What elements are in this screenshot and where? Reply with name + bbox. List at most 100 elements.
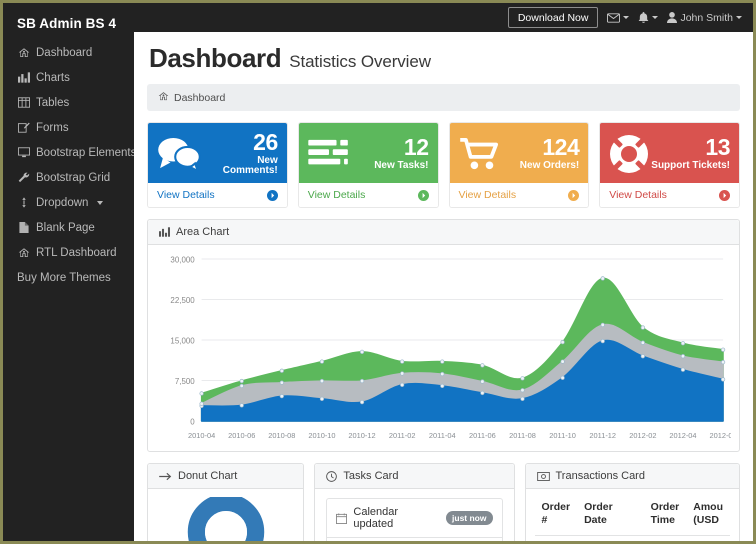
- comments-icon: [157, 137, 201, 171]
- stat-card-values: 26 New Comments!: [201, 130, 279, 176]
- chevron-down-icon: [652, 16, 659, 19]
- arrow-right-icon: [159, 472, 172, 481]
- table-icon: [17, 97, 30, 109]
- life-ring-icon: [609, 134, 649, 174]
- sidebar-item-label: Bootstrap Elements: [36, 146, 137, 159]
- sidebar-item-forms[interactable]: Forms: [3, 115, 134, 140]
- view-details-link[interactable]: View Details: [600, 183, 739, 207]
- view-details-link[interactable]: View Details: [449, 183, 589, 207]
- stat-count: 13: [705, 134, 730, 161]
- brand-title: SB Admin BS 4: [17, 16, 117, 31]
- panel-header: Area Chart: [148, 220, 739, 245]
- sidebar-item-dashboard[interactable]: Dashboard: [3, 40, 134, 65]
- sidebar-item-charts[interactable]: Charts: [3, 65, 134, 90]
- sidebar-item-bootstrap-grid[interactable]: Bootstrap Grid: [3, 165, 134, 190]
- messages-dropdown[interactable]: [607, 12, 630, 23]
- cell-order-date: 10/21/2013: [577, 535, 644, 541]
- stat-card-values: 124 New Orders!: [520, 135, 580, 171]
- stat-card-body: 26 New Comments!: [148, 123, 287, 183]
- stat-card-values: 13 Support Tickets!: [651, 134, 730, 171]
- view-details-link[interactable]: View Details: [148, 183, 287, 207]
- column-header-amount: Amou (USD: [686, 493, 730, 537]
- panel-title: Tasks Card: [343, 470, 399, 482]
- panel-body: Order # Order Date Order Time Amou (USD: [526, 489, 740, 541]
- transactions-card-panel: Transactions Card Order # Order Date Ord…: [524, 463, 740, 541]
- view-details-label: View Details: [458, 189, 517, 201]
- caret-list-icon: [17, 197, 30, 209]
- area-chart[interactable]: 0 7,500 15,000 22,500 30,000 2010-04 2010-06 20…: [156, 251, 731, 447]
- stat-count: 12: [403, 134, 429, 161]
- download-now-button[interactable]: Download Now: [507, 7, 599, 28]
- sidebar-item-label: Blank Page: [36, 221, 95, 234]
- sidebar-item-tables[interactable]: Tables: [3, 90, 134, 115]
- stat-card-values: 12 New Tasks!: [374, 134, 429, 171]
- stat-card-orders[interactable]: 124 New Orders! View Details: [448, 122, 590, 208]
- panel-title: Area Chart: [176, 226, 230, 238]
- cell-order-number: 3326: [534, 535, 578, 541]
- page-header: Dashboard Statistics Overview: [147, 32, 740, 84]
- arrow-circle-right-icon: [266, 189, 278, 201]
- svg-text:2010-06: 2010-06: [228, 431, 255, 440]
- svg-text:2012-06: 2012-06: [709, 431, 731, 440]
- svg-text:22,500: 22,500: [170, 296, 195, 305]
- panel-header: Transactions Card: [525, 464, 739, 489]
- column-header-order-date: Order Date: [577, 493, 644, 537]
- panel-body: Calendar updated just now Commented on a…: [315, 489, 513, 541]
- table-row[interactable]: 3326 10/21/2013 3:29 $321.: [534, 535, 730, 541]
- user-menu[interactable]: John Smith: [667, 12, 742, 24]
- list-item[interactable]: Commented on a 4 minutes ago: [327, 538, 501, 541]
- task-text: Calendar updated: [353, 506, 399, 530]
- tasks-card-panel: Tasks Card Calendar updated just now: [314, 463, 515, 541]
- sidebar-item-label: Tables: [36, 96, 70, 109]
- sidebar-item-bootstrap-elements[interactable]: Bootstrap Elements: [3, 140, 137, 165]
- arrow-circle-right-icon: [568, 189, 580, 201]
- panel-title: Transactions Card: [555, 470, 645, 482]
- dashboard-icon: [17, 47, 30, 59]
- stat-label: New Comments!: [222, 154, 278, 176]
- view-details-label: View Details: [609, 189, 667, 201]
- view-details-link[interactable]: View Details: [298, 183, 438, 207]
- arrow-circle-right-icon: [417, 189, 429, 201]
- stat-card-tasks[interactable]: 12 New Tasks! View Details: [297, 122, 439, 208]
- main-content: Dashboard Statistics Overview Dashboard: [134, 32, 753, 541]
- calendar-icon: [336, 512, 348, 524]
- alerts-dropdown[interactable]: [638, 11, 659, 24]
- sidebar-item-blank-page[interactable]: Blank Page: [3, 215, 134, 240]
- sidebar-item-label: Dropdown: [36, 196, 89, 209]
- svg-text:2011-08: 2011-08: [509, 431, 536, 440]
- svg-text:2011-02: 2011-02: [389, 431, 416, 440]
- donut-chart-panel: Donut Chart: [147, 463, 305, 541]
- sidebar-buy-themes-link[interactable]: Buy More Themes: [3, 265, 134, 290]
- stat-card-support-tickets[interactable]: 13 Support Tickets! View Details: [599, 122, 740, 208]
- app-window: SB Admin BS 4 Dashboard Charts Tables Fo…: [0, 0, 756, 544]
- sidebar-item-rtl-dashboard[interactable]: RTL Dashboard: [3, 240, 134, 265]
- svg-text:0: 0: [190, 417, 195, 426]
- svg-text:2012-02: 2012-02: [629, 431, 656, 440]
- sidebar-item-label: Forms: [36, 121, 69, 134]
- svg-text:2011-12: 2011-12: [589, 431, 616, 440]
- sidebar-item-label: Charts: [36, 71, 70, 84]
- task-list: Calendar updated just now Commented on a…: [326, 498, 503, 541]
- stat-card-body: 12 New Tasks!: [298, 123, 438, 183]
- view-details-label: View Details: [307, 189, 366, 201]
- bar-chart-icon: [159, 227, 170, 237]
- sidebar-item-label: RTL Dashboard: [36, 246, 117, 259]
- dashboard-icon: [158, 91, 169, 104]
- stat-card-body: 124 New Orders!: [449, 123, 589, 183]
- sidebar: SB Admin BS 4 Dashboard Charts Tables Fo…: [3, 3, 137, 541]
- list-item[interactable]: Calendar updated just now: [327, 499, 502, 538]
- envelope-icon: [607, 12, 621, 23]
- svg-text:2011-06: 2011-06: [469, 431, 496, 440]
- svg-text:15,000: 15,000: [170, 336, 195, 345]
- breadcrumb: Dashboard: [147, 84, 740, 111]
- column-header-order-time: Order Time: [643, 493, 687, 537]
- svg-text:2010-10: 2010-10: [308, 431, 335, 440]
- donut-chart[interactable]: [161, 497, 291, 541]
- chevron-down-icon: [97, 200, 104, 205]
- svg-text:2010-12: 2010-12: [348, 431, 375, 440]
- money-icon: [536, 471, 550, 481]
- sidebar-item-dropdown[interactable]: Dropdown: [3, 190, 134, 215]
- cell-order-time: 3:29: [643, 535, 687, 541]
- stat-card-comments[interactable]: 26 New Comments! View Details: [147, 122, 288, 208]
- form-edit-icon: [17, 122, 30, 134]
